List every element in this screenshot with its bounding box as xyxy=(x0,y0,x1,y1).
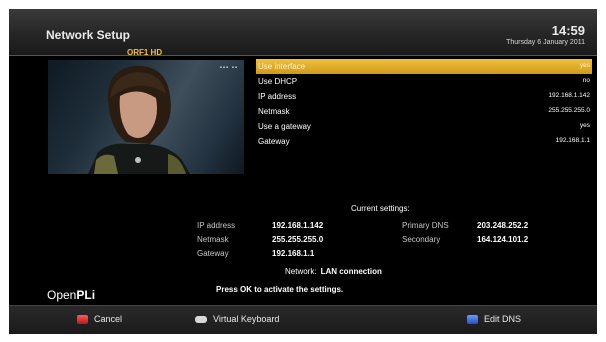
current-dns1-label: Primary DNS xyxy=(402,221,449,230)
pip-indicator: ▪▪▪ ▪▪ xyxy=(219,65,238,71)
setting-row-ip-address[interactable]: IP address 192.168.1.142 xyxy=(256,89,592,104)
screen-frame: Network Setup 14:59 Thursday 6 January 2… xyxy=(9,9,597,334)
blue-key-icon xyxy=(467,314,478,324)
setting-value: no xyxy=(582,77,590,84)
page-title: Network Setup xyxy=(46,28,131,42)
cancel-label: Cancel xyxy=(94,314,123,324)
network-label: Network: xyxy=(285,267,317,276)
red-key-icon xyxy=(77,314,88,324)
current-dns1-value: 203.248.252.2 xyxy=(477,221,529,230)
setting-value: 192.168.1.142 xyxy=(548,92,590,99)
current-gateway-label: Gateway xyxy=(197,249,229,258)
setting-row-use-gateway[interactable]: Use a gateway yes xyxy=(256,119,592,134)
current-ip-label: IP address xyxy=(197,221,236,230)
current-netmask-label: Netmask xyxy=(197,235,229,244)
setting-label: Gateway xyxy=(258,137,290,146)
setting-value: 192.168.1.1 xyxy=(555,137,590,144)
virtual-keyboard-button[interactable]: Virtual Keyboard xyxy=(195,314,279,324)
keyboard-icon xyxy=(195,315,207,323)
edit-dns-label: Edit DNS xyxy=(484,314,522,324)
current-dns2-value: 164.124.101.2 xyxy=(477,235,529,244)
settings-list: Use interface yes Use DHCP no IP address… xyxy=(256,59,592,149)
edit-dns-button[interactable]: Edit DNS xyxy=(467,314,521,324)
cancel-button[interactable]: Cancel xyxy=(77,314,122,324)
setting-label: Use interface xyxy=(258,62,306,71)
current-ip-value: 192.168.1.142 xyxy=(272,221,324,230)
clock-time: 14:59 xyxy=(551,23,585,38)
footer-bar: Cancel Virtual Keyboard Edit DNS xyxy=(9,305,597,334)
current-gateway-value: 192.168.1.1 xyxy=(272,249,315,258)
network-value: LAN connection xyxy=(320,267,382,276)
network-status: Network: LAN connection xyxy=(285,267,382,276)
setting-label: Netmask xyxy=(258,107,290,116)
setting-label: IP address xyxy=(258,92,297,101)
channel-name: ORF1 HD xyxy=(127,48,163,57)
setting-row-gateway[interactable]: Gateway 192.168.1.1 xyxy=(256,134,592,149)
clock-date: Thursday 6 January 2011 xyxy=(506,39,585,46)
openpli-logo: OpenPLi xyxy=(47,288,95,302)
setting-value: yes xyxy=(579,122,590,129)
video-preview: ▪▪▪ ▪▪ xyxy=(48,60,244,174)
setting-row-use-dhcp[interactable]: Use DHCP no xyxy=(256,74,592,89)
setting-value: yes xyxy=(579,62,590,69)
activate-hint: Press OK to activate the settings. xyxy=(216,285,344,294)
setting-label: Use DHCP xyxy=(258,77,298,86)
video-frame-image xyxy=(88,65,190,174)
current-netmask-value: 255.255.255.0 xyxy=(272,235,324,244)
logo-text-pli: PLi xyxy=(76,288,96,302)
virtual-keyboard-label: Virtual Keyboard xyxy=(213,314,280,324)
setting-row-netmask[interactable]: Netmask 255.255.255.0 xyxy=(256,104,592,119)
logo-text-open: Open xyxy=(47,288,77,302)
setting-row-use-interface[interactable]: Use interface yes xyxy=(256,59,592,74)
setting-value: 255.255.255.0 xyxy=(548,107,590,114)
current-settings-heading: Current settings: xyxy=(351,204,410,213)
setting-label: Use a gateway xyxy=(258,122,311,131)
header-bar: Network Setup 14:59 Thursday 6 January 2… xyxy=(9,9,597,56)
current-dns2-label: Secondary xyxy=(402,235,441,244)
